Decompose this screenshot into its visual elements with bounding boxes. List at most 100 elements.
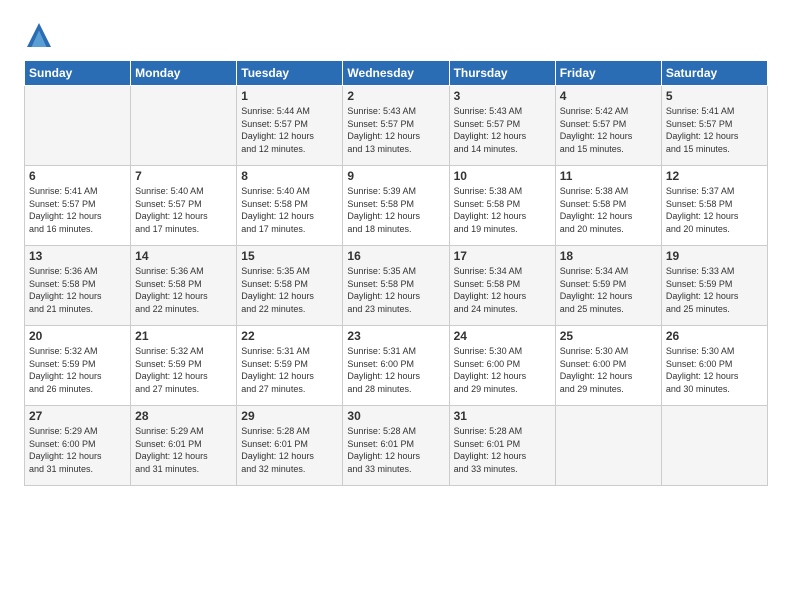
day-number: 30	[347, 409, 444, 423]
day-number: 27	[29, 409, 126, 423]
day-info: Sunrise: 5:29 AM Sunset: 6:00 PM Dayligh…	[29, 425, 126, 475]
day-info: Sunrise: 5:34 AM Sunset: 5:58 PM Dayligh…	[454, 265, 551, 315]
day-number: 4	[560, 89, 657, 103]
day-cell: 21Sunrise: 5:32 AM Sunset: 5:59 PM Dayli…	[131, 326, 237, 406]
day-number: 18	[560, 249, 657, 263]
week-row-2: 13 Sunrise: 5:36 AM Sunset: 5:58 PM Dayli…	[25, 246, 768, 326]
day-info: Sunrise: 5:31 AM Sunset: 5:59 PM Dayligh…	[241, 345, 338, 395]
day-info: Sunrise: 5:43 AM Sunset: 5:57 PM Dayligh…	[347, 105, 444, 155]
day-cell: 7 Sunrise: 5:40 AM Sunset: 5:57 PM Daylig…	[131, 166, 237, 246]
day-number: 24	[454, 329, 551, 343]
day-cell: 19Sunrise: 5:33 AM Sunset: 5:59 PM Dayli…	[661, 246, 767, 326]
day-number: 16	[347, 249, 444, 263]
logo	[24, 20, 58, 50]
day-number: 29	[241, 409, 338, 423]
day-cell: 10Sunrise: 5:38 AM Sunset: 5:58 PM Dayli…	[449, 166, 555, 246]
day-number: 22	[241, 329, 338, 343]
week-row-1: 6 Sunrise: 5:41 AM Sunset: 5:57 PM Daylig…	[25, 166, 768, 246]
day-cell: 24Sunrise: 5:30 AM Sunset: 6:00 PM Dayli…	[449, 326, 555, 406]
day-info: Sunrise: 5:31 AM Sunset: 6:00 PM Dayligh…	[347, 345, 444, 395]
day-info: Sunrise: 5:28 AM Sunset: 6:01 PM Dayligh…	[347, 425, 444, 475]
header-cell-monday: Monday	[131, 61, 237, 86]
day-info: Sunrise: 5:37 AM Sunset: 5:58 PM Dayligh…	[666, 185, 763, 235]
day-number: 17	[454, 249, 551, 263]
day-cell: 17 Sunrise: 5:34 AM Sunset: 5:58 PM Dayli…	[449, 246, 555, 326]
day-info: Sunrise: 5:29 AM Sunset: 6:01 PM Dayligh…	[135, 425, 232, 475]
day-number: 8	[241, 169, 338, 183]
day-cell: 2 Sunrise: 5:43 AM Sunset: 5:57 PM Daylig…	[343, 86, 449, 166]
day-cell: 3 Sunrise: 5:43 AM Sunset: 5:57 PM Daylig…	[449, 86, 555, 166]
day-number: 15	[241, 249, 338, 263]
header-cell-wednesday: Wednesday	[343, 61, 449, 86]
day-number: 13	[29, 249, 126, 263]
week-row-4: 27 Sunrise: 5:29 AM Sunset: 6:00 PM Dayli…	[25, 406, 768, 486]
calendar-table: SundayMondayTuesdayWednesdayThursdayFrid…	[24, 60, 768, 486]
day-cell: 1 Sunrise: 5:44 AM Sunset: 5:57 PM Daylig…	[237, 86, 343, 166]
day-info: Sunrise: 5:40 AM Sunset: 5:57 PM Dayligh…	[135, 185, 232, 235]
day-number: 28	[135, 409, 232, 423]
day-cell	[25, 86, 131, 166]
page: SundayMondayTuesdayWednesdayThursdayFrid…	[0, 0, 792, 506]
day-cell	[555, 406, 661, 486]
header-cell-saturday: Saturday	[661, 61, 767, 86]
day-number: 11	[560, 169, 657, 183]
day-cell: 31 Sunrise: 5:28 AM Sunset: 6:01 PM Dayli…	[449, 406, 555, 486]
day-cell: 27 Sunrise: 5:29 AM Sunset: 6:00 PM Dayli…	[25, 406, 131, 486]
day-number: 5	[666, 89, 763, 103]
day-info: Sunrise: 5:36 AM Sunset: 5:58 PM Dayligh…	[29, 265, 126, 315]
day-info: Sunrise: 5:41 AM Sunset: 5:57 PM Dayligh…	[29, 185, 126, 235]
day-cell: 22 Sunrise: 5:31 AM Sunset: 5:59 PM Dayli…	[237, 326, 343, 406]
day-cell: 26Sunrise: 5:30 AM Sunset: 6:00 PM Dayli…	[661, 326, 767, 406]
day-info: Sunrise: 5:35 AM Sunset: 5:58 PM Dayligh…	[241, 265, 338, 315]
day-info: Sunrise: 5:38 AM Sunset: 5:58 PM Dayligh…	[560, 185, 657, 235]
day-number: 21	[135, 329, 232, 343]
day-number: 3	[454, 89, 551, 103]
day-number: 1	[241, 89, 338, 103]
day-cell: 16 Sunrise: 5:35 AM Sunset: 5:58 PM Dayli…	[343, 246, 449, 326]
day-number: 6	[29, 169, 126, 183]
day-info: Sunrise: 5:39 AM Sunset: 5:58 PM Dayligh…	[347, 185, 444, 235]
day-cell: 5 Sunrise: 5:41 AM Sunset: 5:57 PM Daylig…	[661, 86, 767, 166]
day-number: 19	[666, 249, 763, 263]
day-info: Sunrise: 5:30 AM Sunset: 6:00 PM Dayligh…	[666, 345, 763, 395]
day-number: 7	[135, 169, 232, 183]
day-cell: 30 Sunrise: 5:28 AM Sunset: 6:01 PM Dayli…	[343, 406, 449, 486]
day-cell	[131, 86, 237, 166]
day-info: Sunrise: 5:44 AM Sunset: 5:57 PM Dayligh…	[241, 105, 338, 155]
day-cell: 9Sunrise: 5:39 AM Sunset: 5:58 PM Daylig…	[343, 166, 449, 246]
day-cell: 11 Sunrise: 5:38 AM Sunset: 5:58 PM Dayli…	[555, 166, 661, 246]
day-info: Sunrise: 5:41 AM Sunset: 5:57 PM Dayligh…	[666, 105, 763, 155]
day-cell: 18Sunrise: 5:34 AM Sunset: 5:59 PM Dayli…	[555, 246, 661, 326]
header	[24, 20, 768, 50]
week-row-3: 20 Sunrise: 5:32 AM Sunset: 5:59 PM Dayli…	[25, 326, 768, 406]
header-cell-friday: Friday	[555, 61, 661, 86]
day-info: Sunrise: 5:42 AM Sunset: 5:57 PM Dayligh…	[560, 105, 657, 155]
day-number: 14	[135, 249, 232, 263]
day-number: 12	[666, 169, 763, 183]
logo-icon	[24, 20, 54, 50]
day-info: Sunrise: 5:28 AM Sunset: 6:01 PM Dayligh…	[454, 425, 551, 475]
day-cell	[661, 406, 767, 486]
day-info: Sunrise: 5:32 AM Sunset: 5:59 PM Dayligh…	[29, 345, 126, 395]
day-cell: 14Sunrise: 5:36 AM Sunset: 5:58 PM Dayli…	[131, 246, 237, 326]
day-number: 10	[454, 169, 551, 183]
day-info: Sunrise: 5:30 AM Sunset: 6:00 PM Dayligh…	[560, 345, 657, 395]
day-number: 20	[29, 329, 126, 343]
day-cell: 29Sunrise: 5:28 AM Sunset: 6:01 PM Dayli…	[237, 406, 343, 486]
day-cell: 20 Sunrise: 5:32 AM Sunset: 5:59 PM Dayli…	[25, 326, 131, 406]
day-number: 25	[560, 329, 657, 343]
day-info: Sunrise: 5:35 AM Sunset: 5:58 PM Dayligh…	[347, 265, 444, 315]
day-number: 23	[347, 329, 444, 343]
header-row: SundayMondayTuesdayWednesdayThursdayFrid…	[25, 61, 768, 86]
day-info: Sunrise: 5:43 AM Sunset: 5:57 PM Dayligh…	[454, 105, 551, 155]
day-number: 2	[347, 89, 444, 103]
day-number: 31	[454, 409, 551, 423]
day-cell: 28 Sunrise: 5:29 AM Sunset: 6:01 PM Dayli…	[131, 406, 237, 486]
week-row-0: 1 Sunrise: 5:44 AM Sunset: 5:57 PM Daylig…	[25, 86, 768, 166]
day-cell: 25 Sunrise: 5:30 AM Sunset: 6:00 PM Dayli…	[555, 326, 661, 406]
day-cell: 6 Sunrise: 5:41 AM Sunset: 5:57 PM Daylig…	[25, 166, 131, 246]
day-cell: 4 Sunrise: 5:42 AM Sunset: 5:57 PM Daylig…	[555, 86, 661, 166]
header-cell-tuesday: Tuesday	[237, 61, 343, 86]
day-cell: 12 Sunrise: 5:37 AM Sunset: 5:58 PM Dayli…	[661, 166, 767, 246]
day-cell: 13 Sunrise: 5:36 AM Sunset: 5:58 PM Dayli…	[25, 246, 131, 326]
